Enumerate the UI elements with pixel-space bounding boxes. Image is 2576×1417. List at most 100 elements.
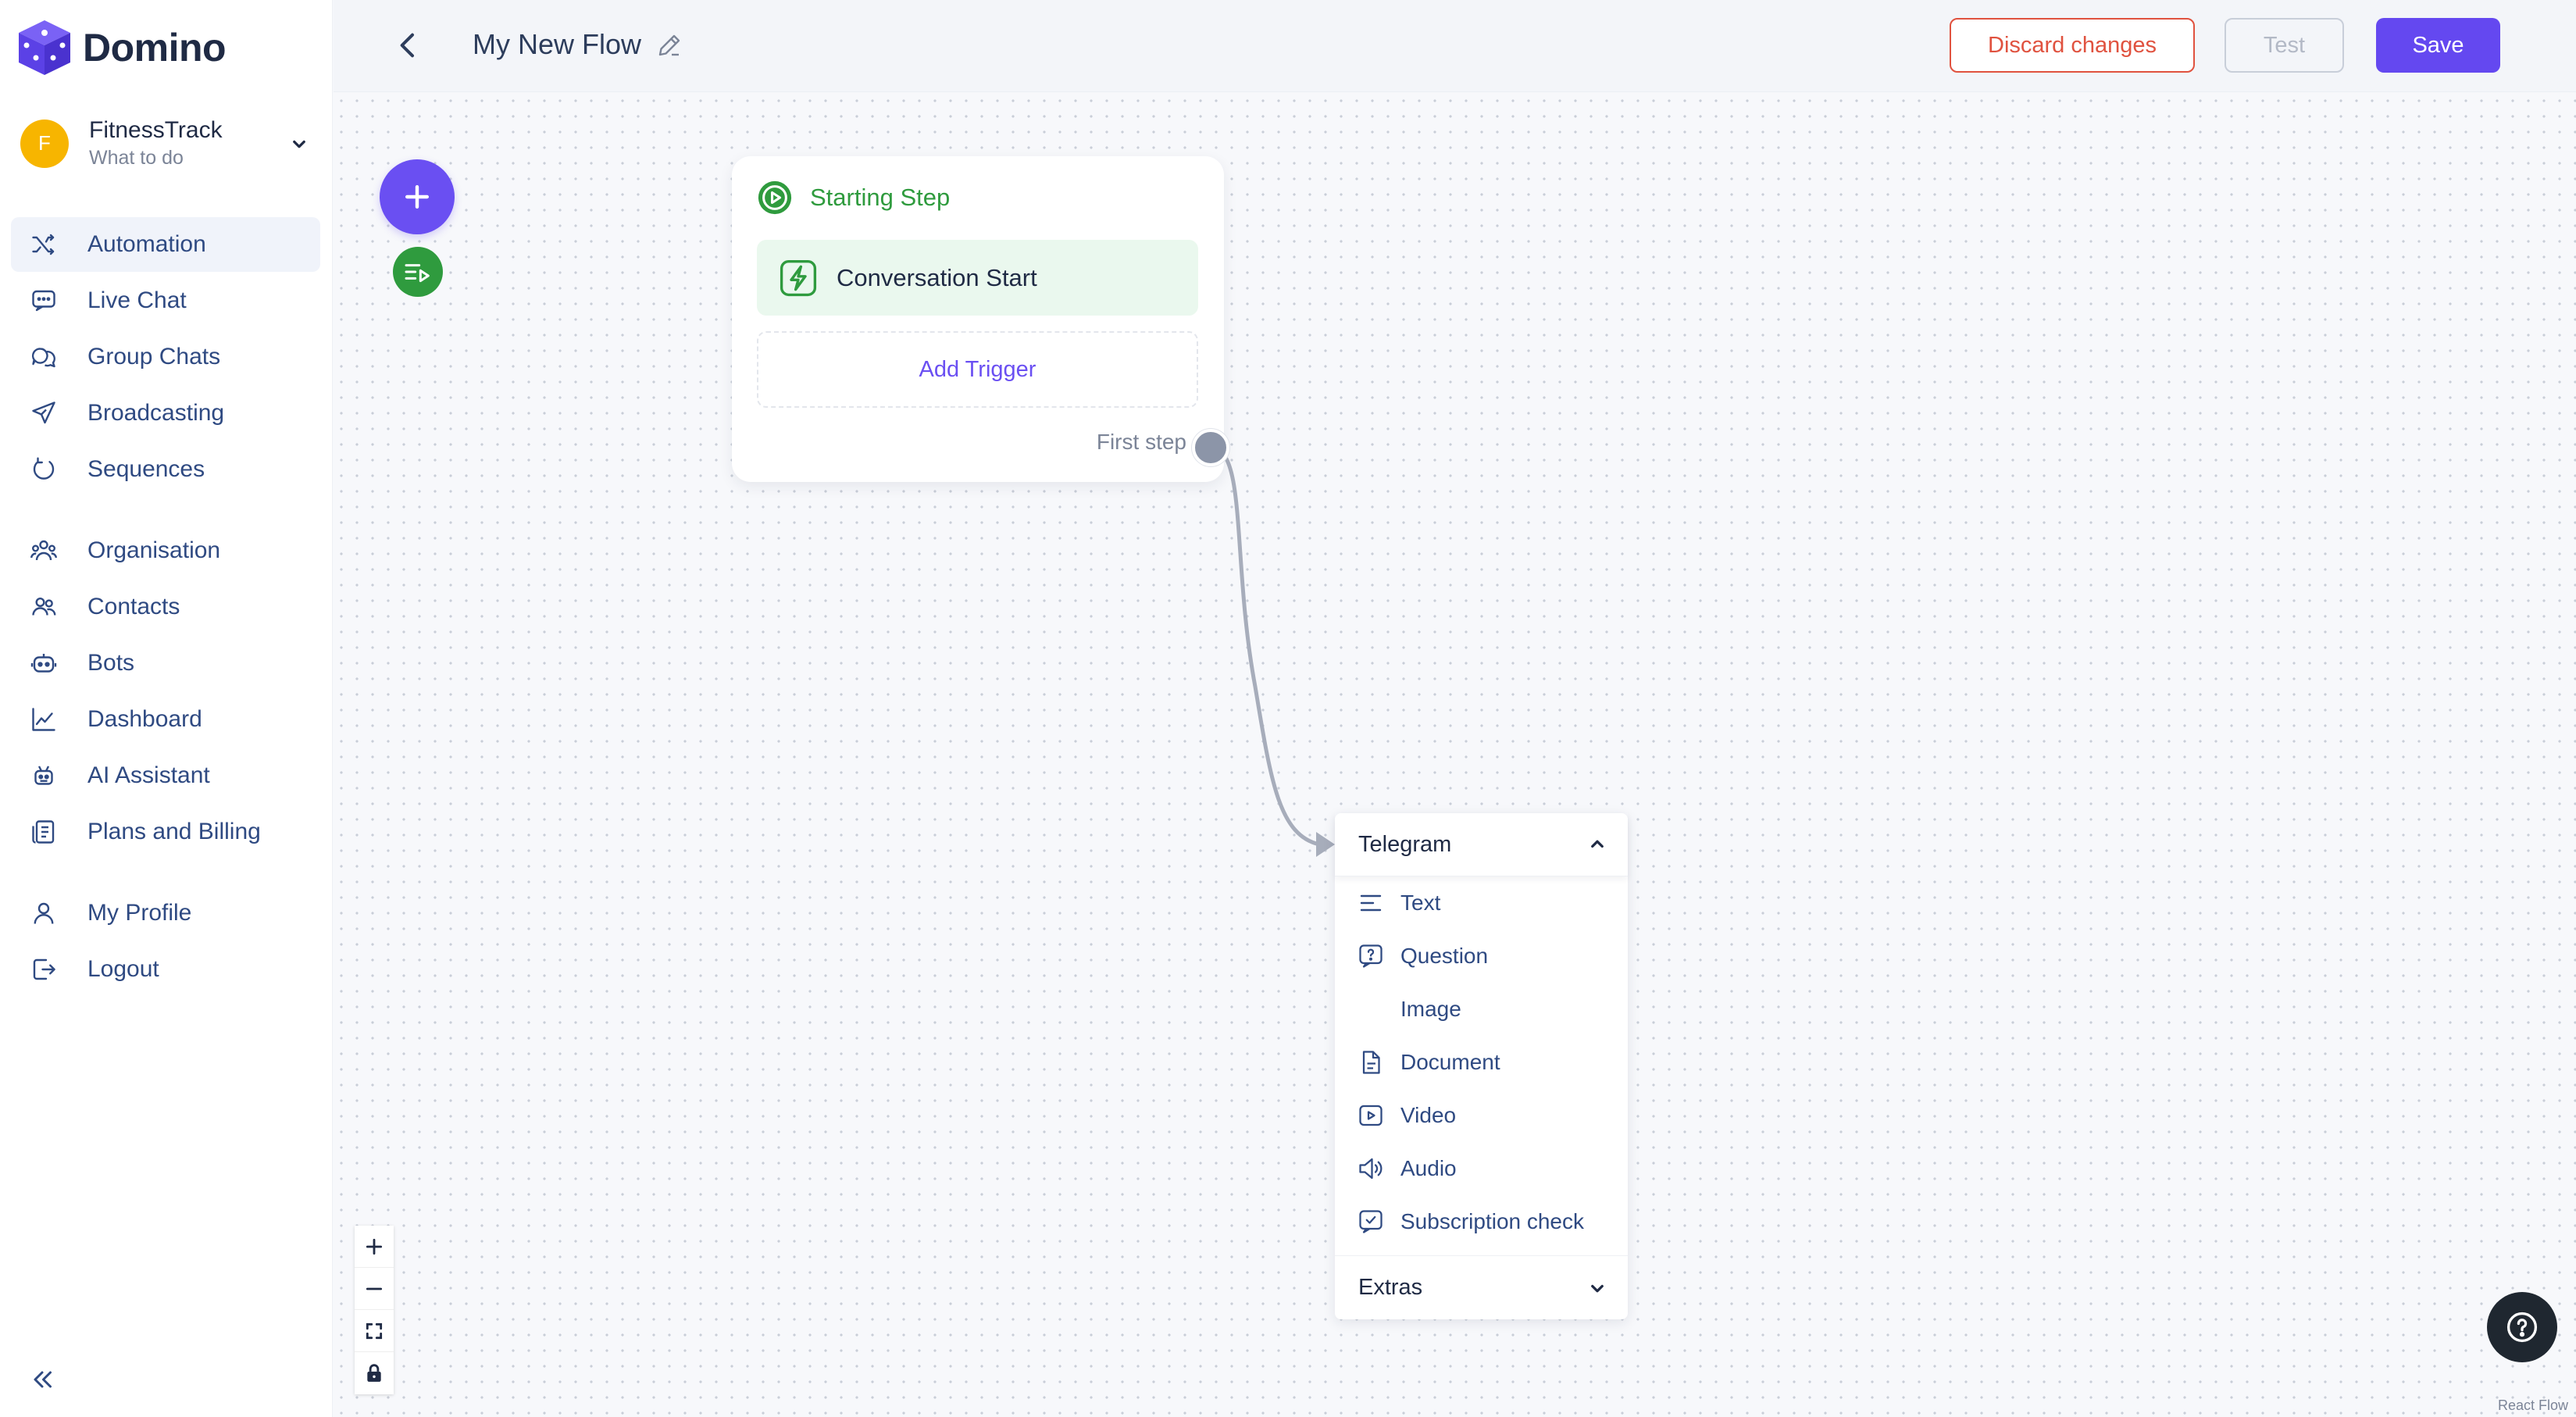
zoom-out-button[interactable] [355, 1268, 394, 1310]
nav-item-automation[interactable]: Automation [11, 217, 320, 272]
starting-step-node[interactable]: Starting Step Conversation Start Add Tri… [732, 156, 1224, 482]
menu-item-question[interactable]: Question [1335, 930, 1628, 983]
question-bubble-icon [1359, 944, 1383, 968]
pencil-edit-icon[interactable] [655, 31, 683, 59]
nav-label: Live Chat [87, 287, 187, 313]
nav-label: Dashboard [87, 706, 202, 732]
telegram-group-header[interactable]: Telegram [1335, 813, 1628, 876]
playlist-icon [405, 264, 430, 283]
ai-robot-icon [34, 766, 53, 785]
trigger-label: Conversation Start [837, 263, 1037, 291]
telegram-group-label: Telegram [1358, 831, 1452, 857]
add-trigger-button[interactable]: Add Trigger [757, 331, 1198, 408]
nav-item-sequences[interactable]: Sequences [11, 442, 320, 497]
lightning-trigger-icon [780, 259, 817, 296]
bot-icon [30, 654, 57, 673]
starting-step-header: Starting Step [757, 180, 950, 216]
nav-label: Logout [87, 956, 159, 982]
brand-logo[interactable]: Domino [17, 19, 227, 77]
nav-item-bots[interactable]: Bots [11, 636, 320, 691]
discard-changes-button[interactable]: Discard changes [1950, 18, 2195, 73]
plus-icon [405, 184, 430, 209]
nav-label: Group Chats [87, 344, 221, 369]
fit-view-icon [366, 1322, 383, 1339]
starting-step-title: Starting Step [810, 184, 951, 211]
menu-item-image[interactable]: Image [1335, 983, 1628, 1036]
contacts-icon [32, 598, 56, 616]
first-step-label: First step [1096, 430, 1186, 454]
shuffle-icon [32, 234, 55, 255]
flow-header: My New Flow Discard changes Test Save [334, 0, 2576, 92]
menu-item-label: Video [1400, 1103, 1457, 1127]
question-circle-icon [2506, 1312, 2538, 1343]
edge-arrowhead [1316, 832, 1335, 857]
menu-item-label: Image [1400, 997, 1461, 1021]
minus-icon [366, 1287, 383, 1290]
react-flow-attribution[interactable]: React Flow [2498, 1397, 2568, 1414]
back-arrow-icon[interactable] [393, 30, 424, 61]
nav-item-group-chats[interactable]: Group Chats [11, 330, 320, 384]
menu-item-label: Text [1400, 891, 1441, 915]
nav-label: Organisation [87, 537, 221, 563]
plus-icon [366, 1238, 383, 1255]
nav-main: Automation Live Chat Group Chats Broadca… [11, 217, 320, 498]
menu-item-label: Subscription check [1400, 1209, 1585, 1233]
nav-label: Plans and Billing [87, 819, 261, 844]
document-icon [1362, 1051, 1380, 1074]
add-step-button[interactable] [380, 159, 455, 234]
menu-item-audio[interactable]: Audio [1335, 1142, 1628, 1195]
help-button[interactable] [2487, 1292, 2557, 1362]
menu-item-document[interactable]: Document [1335, 1036, 1628, 1089]
text-lines-icon [1360, 894, 1382, 912]
nav-item-organisation[interactable]: Organisation [11, 523, 320, 578]
nav-item-contacts[interactable]: Contacts [11, 580, 320, 634]
billing-icon [32, 820, 55, 844]
flow-canvas[interactable]: Starting Step Conversation Start Add Tri… [334, 93, 2576, 1417]
menu-item-label: Question [1400, 944, 1489, 968]
connection-edge [1210, 445, 1320, 847]
nav-item-ai-assistant[interactable]: AI Assistant [11, 748, 320, 803]
menu-item-label: Document [1400, 1050, 1500, 1074]
nav-item-broadcasting[interactable]: Broadcasting [11, 386, 320, 441]
org-avatar: F [20, 119, 69, 168]
step-list-button[interactable] [393, 247, 443, 297]
nav-label: Bots [87, 650, 135, 676]
nav-item-plans-billing[interactable]: Plans and Billing [11, 805, 320, 859]
org-name: FitnessTrack [89, 117, 223, 143]
trigger-conversation-start[interactable]: Conversation Start [757, 240, 1198, 316]
nav-item-dashboard[interactable]: Dashboard [11, 692, 320, 747]
org-switcher[interactable]: F FitnessTrack What to do [20, 117, 317, 170]
menu-item-label: Audio [1400, 1156, 1457, 1180]
nav-item-live-chat[interactable]: Live Chat [11, 273, 320, 328]
fit-view-button[interactable] [355, 1310, 394, 1352]
save-button[interactable]: Save [2376, 18, 2500, 73]
nav-label: AI Assistant [87, 762, 210, 788]
chevron-down-icon [1591, 1284, 1604, 1292]
sequence-loop-icon [33, 457, 55, 480]
menu-item-text[interactable]: Text [1335, 876, 1628, 930]
lock-icon [367, 1364, 381, 1382]
menu-item-subscription-check[interactable]: Subscription check [1335, 1195, 1628, 1248]
zoom-in-button[interactable] [355, 1226, 394, 1268]
subscription-check-icon [1359, 1210, 1383, 1233]
chart-line-icon [32, 708, 55, 731]
nav-label: Sequences [87, 456, 205, 482]
menu-item-video[interactable]: Video [1335, 1089, 1628, 1142]
extras-group-header[interactable]: Extras [1335, 1255, 1628, 1319]
first-step-handle[interactable] [1192, 429, 1229, 466]
brand-name: Domino [83, 26, 227, 70]
nav-item-my-profile[interactable]: My Profile [11, 886, 320, 941]
nav-account: My Profile Logout [11, 886, 320, 998]
play-circle-icon [758, 180, 792, 215]
test-button[interactable]: Test [2225, 18, 2344, 73]
domino-cube-icon [19, 20, 70, 75]
nav-item-logout[interactable]: Logout [11, 942, 320, 997]
logout-icon [33, 958, 55, 980]
nav-label: Automation [87, 231, 206, 257]
lock-canvas-button[interactable] [355, 1352, 394, 1394]
collapse-sidebar-icon[interactable] [28, 1365, 56, 1394]
flow-title[interactable]: My New Flow [473, 28, 641, 61]
canvas-zoom-controls [355, 1226, 394, 1394]
organisation-icon [30, 540, 57, 561]
user-icon [34, 902, 54, 924]
